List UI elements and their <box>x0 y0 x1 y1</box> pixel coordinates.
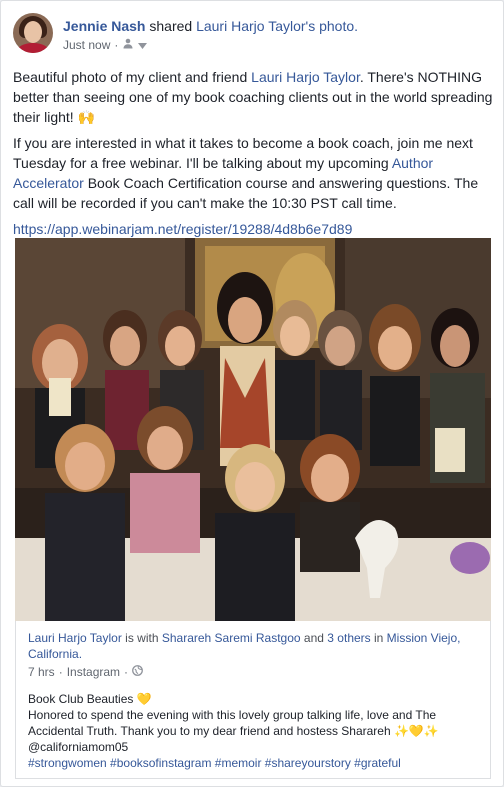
meta-separator: · <box>114 38 119 52</box>
post-meta: Just now · <box>63 38 148 52</box>
group-photo-illustration <box>15 238 491 621</box>
post-header: Jennie Nash shared Lauri Harjo Taylor's … <box>13 13 493 57</box>
shared-post-caption: Lauri Harjo Taylor is with Sharareh Sare… <box>15 621 491 779</box>
post-paragraph-2: If you are interested in what it takes t… <box>13 135 479 211</box>
shared-timestamp-link[interactable]: 7 hrs <box>28 664 55 680</box>
others-link[interactable]: 3 others <box>327 631 370 645</box>
friends-audience-icon[interactable] <box>122 38 134 52</box>
raised-hands-emoji: 🙌 <box>77 109 96 125</box>
tagged-line: Lauri Harjo Taylor is with Sharareh Sare… <box>28 631 461 661</box>
shared-post-meta: 7 hrs · Instagram · <box>28 664 478 680</box>
tagged-person-link[interactable]: Sharareh Saremi Rastgoo <box>162 631 301 645</box>
meta-separator: · <box>58 665 63 679</box>
author-name-link[interactable]: Jennie Nash <box>63 18 145 34</box>
shared-post-description: Book Club Beauties 💛 Honored to spend th… <box>28 691 478 771</box>
globe-icon[interactable] <box>132 664 143 680</box>
chevron-down-icon[interactable] <box>138 38 148 52</box>
shared-author-link[interactable]: Lauri Harjo Taylor <box>28 631 122 645</box>
shared-photo[interactable] <box>15 238 491 621</box>
shared-text: shared <box>149 18 193 34</box>
hashtags-link[interactable]: #strongwomen #booksofinstagram #memoir #… <box>28 755 478 771</box>
instagram-source-link[interactable]: Instagram <box>67 664 120 680</box>
post-header-line: Jennie Nash shared Lauri Harjo Taylor's … <box>63 17 358 35</box>
meta-separator: · <box>124 665 129 679</box>
shared-post-text: Honored to spend the evening with this l… <box>28 708 439 754</box>
post-body: Beautiful photo of my client and friend … <box>13 67 495 245</box>
source-photo-link[interactable]: Lauri Harjo Taylor's photo. <box>196 18 358 34</box>
avatar[interactable] <box>13 13 53 53</box>
shared-post-title: Book Club Beauties 💛 <box>28 692 152 706</box>
post-paragraph-1: Beautiful photo of my client and friend … <box>13 69 493 125</box>
webinar-url-link[interactable]: https://app.webinarjam.net/register/1928… <box>13 219 495 239</box>
timestamp-link[interactable]: Just now <box>63 38 110 52</box>
post-card: Jennie Nash shared Lauri Harjo Taylor's … <box>0 0 504 787</box>
client-name-link[interactable]: Lauri Harjo Taylor <box>251 69 360 85</box>
